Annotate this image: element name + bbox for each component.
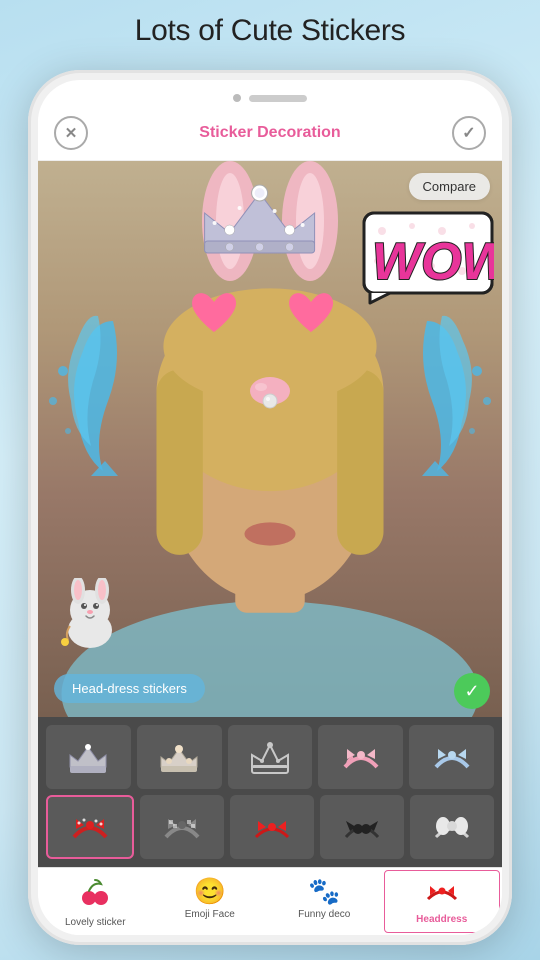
tab-bar: Lovely sticker 😊 Emoji Face 🐾 Funny deco xyxy=(38,867,502,935)
emoji-face-icon: 😊 xyxy=(194,876,226,907)
tab-headdress[interactable]: Headdress xyxy=(384,870,501,933)
tab-emoji-face[interactable]: 😊 Emoji Face xyxy=(153,868,268,935)
apply-check-icon: ✓ xyxy=(464,681,479,702)
photo-area: WOW xyxy=(38,161,502,717)
sticker-crown xyxy=(195,173,325,263)
headdress-tab-icon xyxy=(426,879,458,912)
sticker-thumb-white-bow[interactable] xyxy=(410,795,494,859)
tab-lovely-label: Lovely sticker xyxy=(65,917,126,929)
sticker-row-2 xyxy=(46,795,494,859)
sticker-bunny-character xyxy=(50,578,130,655)
sticker-thumb-crown3[interactable] xyxy=(228,725,313,789)
page-heading: Lots of Cute Stickers xyxy=(135,14,405,47)
tab-funny-label: Funny deco xyxy=(298,909,350,920)
header-title: Sticker Decoration xyxy=(199,124,340,142)
headdress-category-label: Head-dress stickers xyxy=(54,674,205,703)
sticker-thumb-pink-bow[interactable] xyxy=(318,725,403,789)
sticker-thumb-crown1[interactable] xyxy=(46,725,131,789)
sticker-splash-left xyxy=(38,301,123,486)
apply-button[interactable]: ✓ xyxy=(454,673,490,709)
phone-speaker-area xyxy=(38,80,502,106)
tab-lovely-sticker[interactable]: Lovely sticker xyxy=(38,868,153,935)
sticker-grid xyxy=(38,717,502,867)
app-content: ✕ Sticker Decoration ✓ xyxy=(38,106,502,935)
sticker-thumb-crown2[interactable] xyxy=(137,725,222,789)
close-icon: ✕ xyxy=(65,124,78,142)
sticker-thumb-red-simple[interactable] xyxy=(230,795,314,859)
sticker-cat-nose xyxy=(235,371,305,426)
sticker-row-1 xyxy=(46,725,494,789)
compare-button[interactable]: Compare xyxy=(409,173,490,200)
sticker-thumb-red-polka[interactable] xyxy=(46,795,134,859)
close-button[interactable]: ✕ xyxy=(54,116,88,150)
phone-frame: ✕ Sticker Decoration ✓ xyxy=(28,70,512,945)
page-heading-area: Lots of Cute Stickers xyxy=(0,0,540,56)
tab-funny-deco[interactable]: 🐾 Funny deco xyxy=(267,868,382,935)
sticker-splash-right xyxy=(417,301,502,486)
sticker-hearts xyxy=(188,286,337,338)
sticker-thumb-blue-bow[interactable] xyxy=(409,725,494,789)
camera-dot xyxy=(233,94,241,102)
tab-emoji-label: Emoji Face xyxy=(185,909,235,920)
header-bar: ✕ Sticker Decoration ✓ xyxy=(38,106,502,161)
sticker-thumb-black-ears[interactable] xyxy=(320,795,404,859)
phone-inner: ✕ Sticker Decoration ✓ xyxy=(38,80,502,935)
speaker-bar xyxy=(249,95,307,102)
funny-deco-icon: 🐾 xyxy=(308,876,340,907)
sticker-wow: WOW xyxy=(362,211,494,306)
confirm-button[interactable]: ✓ xyxy=(452,116,486,150)
sticker-thumb-checker-bow[interactable] xyxy=(140,795,224,859)
check-icon: ✓ xyxy=(462,123,475,143)
lovely-sticker-icon xyxy=(79,876,111,915)
tab-headdress-label: Headdress xyxy=(416,914,467,925)
svg-text:WOW: WOW xyxy=(372,233,494,291)
